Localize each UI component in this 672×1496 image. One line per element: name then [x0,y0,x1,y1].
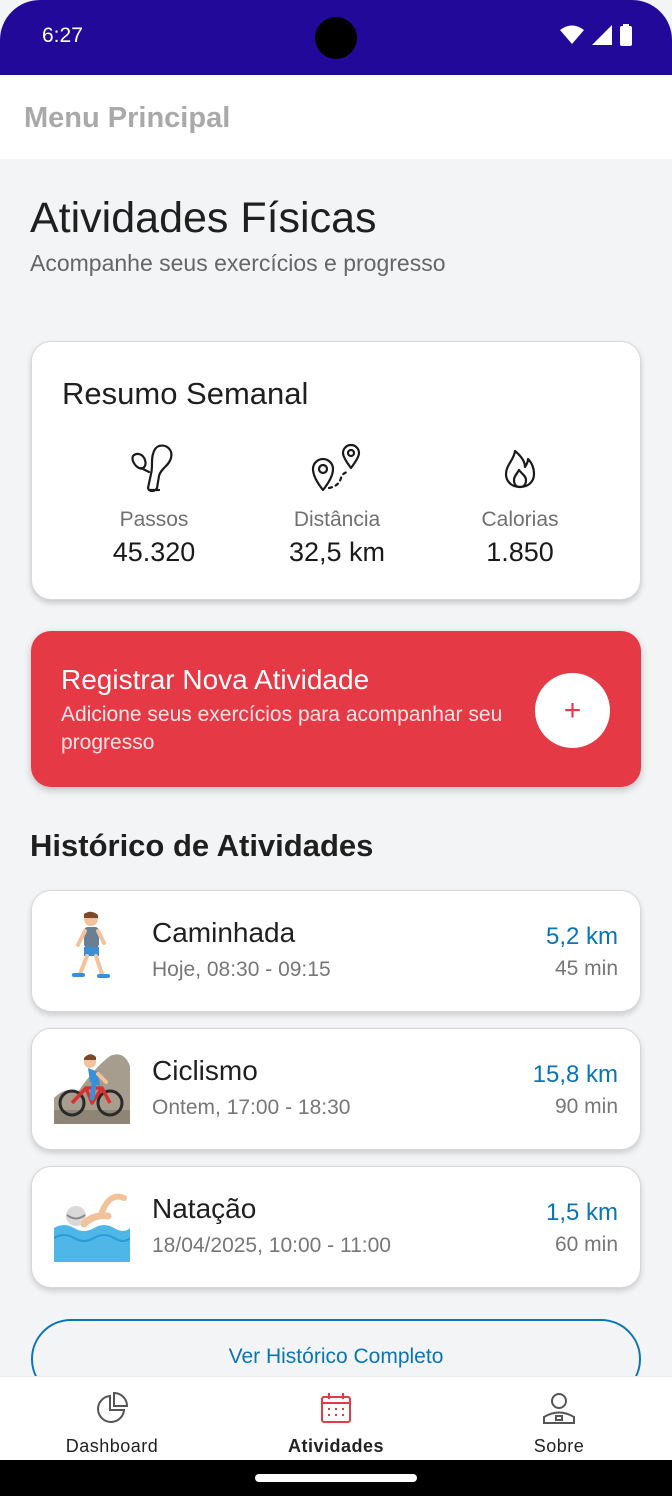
register-activity-card[interactable]: Registrar Nova Atividade Adicione seus e… [31,631,641,787]
status-time: 6:27 [42,24,83,47]
history-title: Histórico de Atividades [30,828,374,863]
activity-card-cycling[interactable]: Ciclismo Ontem, 17:00 - 18:30 15,8 km 90… [31,1028,641,1150]
activity-card-walking[interactable]: Caminhada Hoje, 08:30 - 09:15 5,2 km 45 … [31,890,641,1012]
app-bar: Menu Principal [0,75,672,159]
activity-duration: 90 min [554,1095,618,1118]
nav-label: Dashboard [65,1436,159,1456]
weekly-summary-card: Resumo Semanal Passos 45.320 Distância 3… [31,341,641,600]
status-icons [560,24,632,46]
app-bar-title[interactable]: Menu Principal [24,102,230,135]
summary-title: Resumo Semanal [62,376,309,411]
activity-duration: 45 min [554,957,618,980]
page-title: Atividades Físicas [30,194,377,242]
nav-item-activities[interactable]: Atividades [266,1391,406,1457]
stat-value: 1.850 [486,537,554,567]
stat-distance: Distância 32,5 km [247,442,427,568]
stat-label: Distância [293,508,381,531]
nav-label: Atividades [287,1436,385,1456]
stat-label: Calorias [481,508,559,531]
nav-item-about[interactable]: Sobre [489,1391,629,1457]
activity-distance: 15,8 km [532,1061,618,1088]
home-indicator[interactable] [255,1474,417,1482]
battery-icon [620,24,632,46]
footprints-icon [131,444,173,493]
activity-distance: 5,2 km [545,923,618,950]
gesture-bar [0,1460,672,1496]
flame-icon [504,449,536,489]
activity-name: Natação [152,1193,257,1224]
walking-person-icon [72,911,110,978]
add-activity-button[interactable]: + [535,673,610,748]
stat-steps: Passos 45.320 [64,442,244,568]
map-route-icon [311,443,361,492]
stat-label: Passos [119,508,189,531]
cyclist-icon [54,1054,130,1124]
activity-duration: 60 min [554,1233,618,1256]
swimmer-icon [54,1193,130,1262]
activity-time: Ontem, 17:00 - 18:30 [152,1096,351,1119]
calendar-icon [321,1393,351,1423]
signal-icon [592,25,612,45]
nav-label: Sobre [533,1436,585,1456]
status-bar: 6:27 [0,0,672,75]
user-badge-icon [543,1393,575,1424]
activity-time: Hoje, 08:30 - 09:15 [152,958,331,981]
wifi-icon [560,25,584,44]
pie-chart-icon [97,1391,129,1423]
activity-name: Ciclismo [152,1055,258,1086]
stat-calories: Calorias 1.850 [430,442,610,568]
activity-name: Caminhada [152,917,296,948]
activity-distance: 1,5 km [545,1199,618,1226]
bottom-navigation: Dashboard Atividades Sobre [0,1376,672,1460]
plus-icon: + [563,693,582,727]
stat-value: 45.320 [112,537,196,567]
activity-card-swimming[interactable]: Natação 18/04/2025, 10:00 - 11:00 1,5 km… [31,1166,641,1288]
cta-title: Registrar Nova Atividade [61,664,370,695]
activity-time: 18/04/2025, 10:00 - 11:00 [152,1234,391,1257]
stat-value: 32,5 km [288,537,386,567]
page-subtitle: Acompanhe seus exercícios e progresso [30,250,446,276]
cta-description: Adicione seus exercícios para acompanhar… [61,703,503,754]
nav-item-dashboard[interactable]: Dashboard [42,1391,182,1457]
camera-cutout [315,17,357,59]
